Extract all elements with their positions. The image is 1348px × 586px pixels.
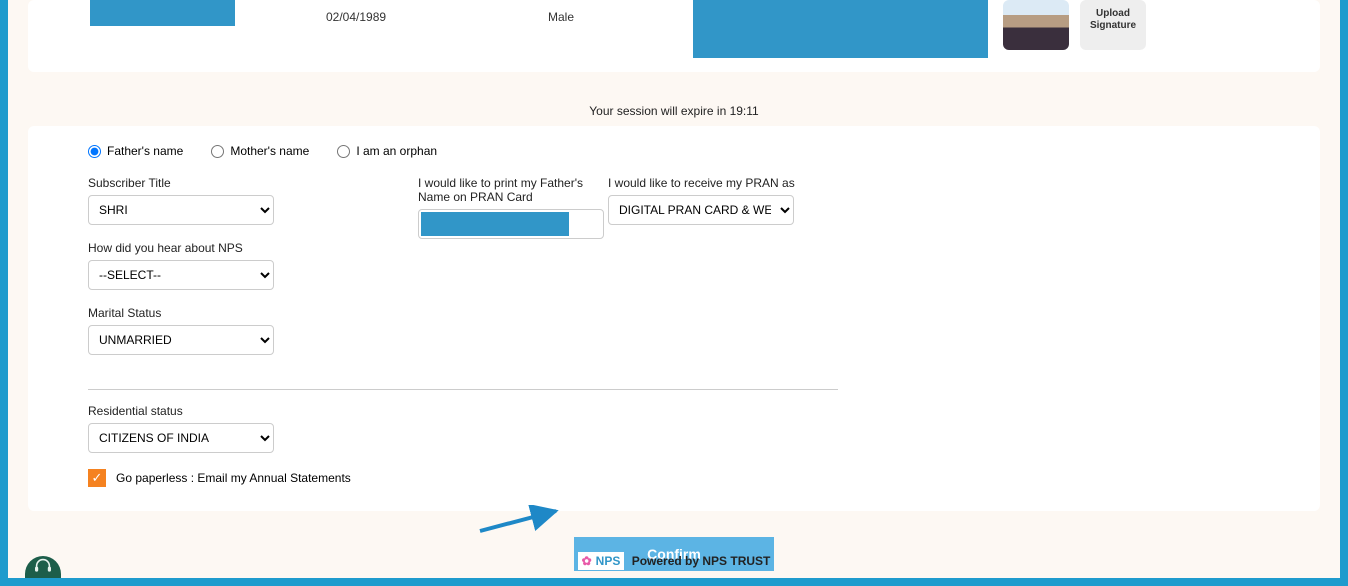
- headset-icon: [33, 558, 53, 574]
- radio-mothers-input[interactable]: [211, 145, 224, 158]
- radio-fathers-name[interactable]: Father's name: [88, 144, 183, 158]
- marital-status-label: Marital Status: [88, 306, 348, 320]
- nps-flower-icon: ✿: [582, 554, 592, 568]
- radio-orphan-label: I am an orphan: [356, 144, 437, 158]
- how-hear-label: How did you hear about NPS: [88, 241, 348, 255]
- name-masked-block: [90, 0, 235, 26]
- paperless-checkbox[interactable]: ✓: [88, 469, 106, 487]
- radio-mothers-name[interactable]: Mother's name: [211, 144, 309, 158]
- father-name-masked-value: [421, 212, 569, 236]
- session-expiry-text: Your session will expire in 19:11: [8, 104, 1340, 118]
- residential-status-select[interactable]: CITIZENS OF INDIA: [88, 423, 274, 453]
- parent-name-radiogroup: Father's name Mother's name I am an orph…: [88, 144, 1260, 158]
- powered-by-text: Powered by NPS TRUST: [632, 554, 771, 568]
- nps-logo-text: NPS: [596, 554, 621, 568]
- dob-value: 02/04/1989: [326, 10, 386, 24]
- subscriber-title-label: Subscriber Title: [88, 176, 348, 190]
- receive-pran-as-select[interactable]: DIGITAL PRAN CARD & WELCOM: [608, 195, 794, 225]
- marital-status-select[interactable]: UNMARRIED: [88, 325, 274, 355]
- separator: [88, 389, 838, 390]
- receive-pran-as-label: I would like to receive my PRAN as: [608, 176, 868, 190]
- sig-line1: Upload: [1096, 8, 1130, 19]
- applicant-photo: [1003, 0, 1069, 50]
- radio-fathers-label: Father's name: [107, 144, 183, 158]
- print-father-name-label: I would like to print my Father's Name o…: [418, 176, 608, 204]
- how-hear-select[interactable]: --SELECT--: [88, 260, 274, 290]
- footer: ✿ NPS Powered by NPS TRUST: [8, 552, 1340, 570]
- upload-signature-box[interactable]: Upload Signature: [1080, 0, 1146, 50]
- paperless-label: Go paperless : Email my Annual Statement…: [116, 471, 351, 485]
- radio-orphan[interactable]: I am an orphan: [337, 144, 437, 158]
- gender-value: Male: [548, 10, 574, 24]
- radio-orphan-input[interactable]: [337, 145, 350, 158]
- residential-status-label: Residential status: [88, 404, 1260, 418]
- masked-data-block: [693, 0, 988, 58]
- nps-logo: ✿ NPS: [578, 552, 625, 570]
- radio-mothers-label: Mother's name: [230, 144, 309, 158]
- sig-line2: Signature: [1090, 20, 1136, 31]
- radio-fathers-input[interactable]: [88, 145, 101, 158]
- summary-card: 02/04/1989 Male Upload Signature: [28, 0, 1320, 72]
- personal-details-form: Father's name Mother's name I am an orph…: [28, 126, 1320, 511]
- subscriber-title-select[interactable]: SHRI: [88, 195, 274, 225]
- father-name-input[interactable]: [418, 209, 604, 239]
